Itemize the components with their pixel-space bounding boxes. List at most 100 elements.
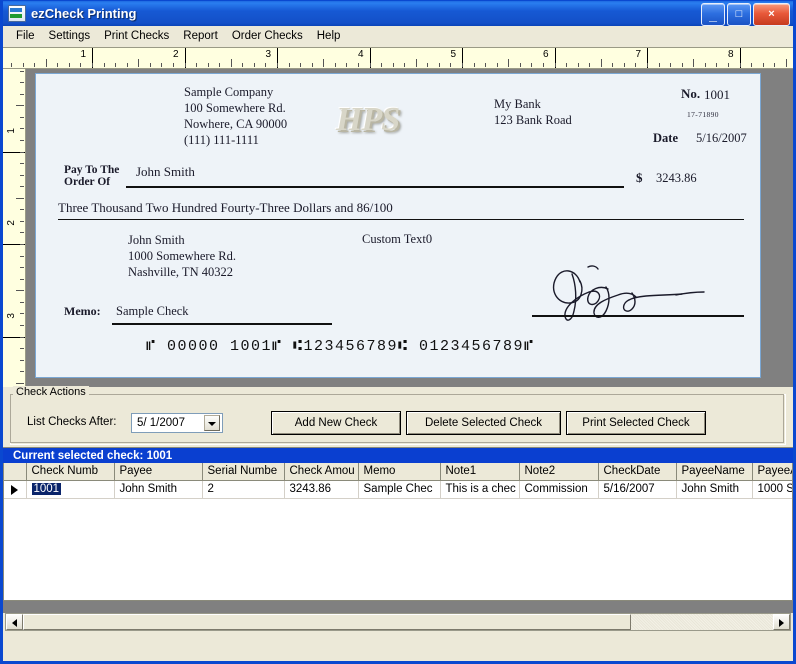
ruler-minor-tick — [300, 63, 301, 67]
scrollbar-thumb[interactable] — [23, 614, 631, 630]
memo-label: Memo: — [64, 304, 101, 318]
ruler-minor-tick — [774, 63, 775, 67]
pay-to-label-line2: Order Of — [64, 176, 111, 188]
ruler-minor-tick — [127, 63, 128, 67]
grid-bottom-border — [4, 600, 792, 601]
signature-rule — [532, 315, 744, 317]
grid-column-header[interactable]: Payee — [114, 463, 203, 481]
check-canvas[interactable]: Sample Company 100 Somewhere Rd. Nowhere… — [26, 69, 793, 387]
ruler-minor-tick — [20, 128, 24, 129]
ruler-minor-tick — [450, 63, 451, 67]
horizontal-scrollbar[interactable] — [5, 613, 791, 631]
grid-column-header[interactable]: PayeeAddres — [752, 463, 792, 481]
date-value: 5/16/2007 — [696, 131, 747, 145]
check-actions-title: Check Actions — [13, 386, 89, 398]
scroll-right-icon[interactable] — [773, 614, 790, 630]
ruler-minor-tick — [20, 221, 24, 222]
ruler-minor-tick — [20, 244, 24, 245]
ruler-minor-tick — [531, 63, 532, 67]
window-controls: _ □ × — [701, 3, 790, 26]
grid-corner-cell — [4, 463, 27, 481]
menu-item-help[interactable]: Help — [310, 28, 348, 44]
list-checks-after-datepicker[interactable]: 5/ 1/2007 — [131, 413, 223, 433]
company-phone: (111) 111-1111 — [184, 133, 259, 147]
amount-words: Three Thousand Two Hundred Fourty-Three … — [58, 200, 393, 215]
menu-item-file[interactable]: File — [9, 28, 42, 44]
menu-item-order-checks[interactable]: Order Checks — [225, 28, 310, 44]
grid-column-header[interactable]: CheckDate — [598, 463, 677, 481]
ruler-minor-tick — [370, 63, 371, 67]
ruler-minor-tick — [346, 63, 347, 67]
vertical-ruler: 1 2 3 — [3, 69, 26, 387]
checks-data-grid[interactable]: Check Numb Payee Serial Numbe Check Amou Mem… — [3, 463, 793, 601]
menu-item-settings[interactable]: Settings — [42, 28, 98, 44]
window-title: ezCheck Printing — [31, 6, 137, 21]
ruler-label: 6 — [542, 49, 549, 60]
ruler-minor-tick — [16, 290, 24, 291]
routing-fraction: 17-71890 — [687, 110, 719, 119]
ruler-minor-tick — [20, 348, 24, 349]
maximize-button[interactable]: □ — [727, 3, 751, 26]
ruler-minor-tick — [20, 325, 24, 326]
row-selector-arrow[interactable] — [4, 480, 27, 499]
table-cell[interactable]: Commission — [519, 480, 599, 499]
arrow-right-icon — [11, 484, 18, 495]
close-button[interactable]: × — [753, 3, 790, 26]
application-window: ezCheck Printing _ □ × File Settings Pri… — [0, 0, 796, 664]
grid-column-header[interactable]: Check Amou — [284, 463, 359, 481]
table-cell[interactable]: Sample Chec — [358, 480, 441, 499]
ruler-minor-tick — [578, 63, 579, 67]
ruler-minor-tick — [474, 63, 475, 67]
ruler-minor-tick — [335, 63, 336, 67]
ruler-minor-tick — [358, 63, 359, 67]
ruler-minor-tick — [555, 63, 556, 67]
table-cell[interactable]: 2 — [202, 480, 285, 499]
close-icon: × — [768, 8, 775, 20]
table-cell[interactable]: 5/16/2007 — [598, 480, 677, 499]
custom-text: Custom Text0 — [362, 232, 433, 246]
grid-column-header[interactable]: PayeeName — [676, 463, 753, 481]
ruler-minor-tick — [20, 163, 24, 164]
ruler-minor-tick — [34, 63, 35, 67]
chevron-down-icon[interactable] — [204, 415, 220, 431]
table-cell[interactable]: 1001 — [26, 480, 115, 499]
ruler-minor-tick — [20, 94, 24, 95]
scrollbar-track[interactable] — [23, 614, 773, 630]
table-cell[interactable]: John Smith — [676, 480, 753, 499]
menu-item-report[interactable]: Report — [176, 28, 225, 44]
grid-column-header[interactable]: Note1 — [440, 463, 520, 481]
list-checks-after-label: List Checks After: — [27, 416, 117, 428]
ruler-minor-tick — [508, 59, 509, 67]
ruler-minor-tick — [647, 63, 648, 67]
menu-item-print-checks[interactable]: Print Checks — [97, 28, 176, 44]
dollar-sign: $ — [636, 170, 643, 185]
ruler-minor-tick — [20, 279, 24, 280]
scroll-left-icon[interactable] — [6, 614, 23, 630]
company-city-state-zip: Nowhere, CA 90000 — [184, 117, 288, 131]
ruler-minor-tick — [381, 63, 382, 67]
check-design-area: 1 2 3 Sample Company 100 Somewhere Rd. Now… — [3, 69, 793, 387]
grid-column-header[interactable]: Note2 — [519, 463, 599, 481]
table-cell[interactable]: 3243.86 — [284, 480, 359, 499]
ruler-minor-tick — [196, 63, 197, 67]
print-selected-check-button[interactable]: Print Selected Check — [566, 411, 706, 435]
grid-empty-area — [4, 499, 792, 601]
ruler-minor-tick — [20, 209, 24, 210]
ruler-minor-tick — [624, 63, 625, 67]
ruler-minor-tick — [323, 59, 324, 67]
ruler-minor-tick — [682, 63, 683, 67]
grid-column-header[interactable]: Check Numb — [26, 463, 115, 481]
check-preview[interactable]: Sample Company 100 Somewhere Rd. Nowhere… — [35, 73, 761, 378]
minimize-button[interactable]: _ — [701, 3, 725, 26]
table-cell[interactable]: 1000 Somew — [752, 480, 792, 499]
ruler-minor-tick — [20, 140, 24, 141]
grid-column-header[interactable]: Serial Numbe — [202, 463, 285, 481]
ruler-minor-tick — [416, 59, 417, 67]
table-row[interactable]: 1001 John Smith 2 3243.86 Sample Chec This is… — [4, 480, 792, 499]
delete-selected-check-button[interactable]: Delete Selected Check — [406, 411, 561, 435]
grid-column-header[interactable]: Memo — [358, 463, 441, 481]
ruler-minor-tick — [520, 63, 521, 67]
add-new-check-button[interactable]: Add New Check — [271, 411, 401, 435]
table-cell[interactable]: This is a chec — [440, 480, 520, 499]
table-cell[interactable]: John Smith — [114, 480, 203, 499]
